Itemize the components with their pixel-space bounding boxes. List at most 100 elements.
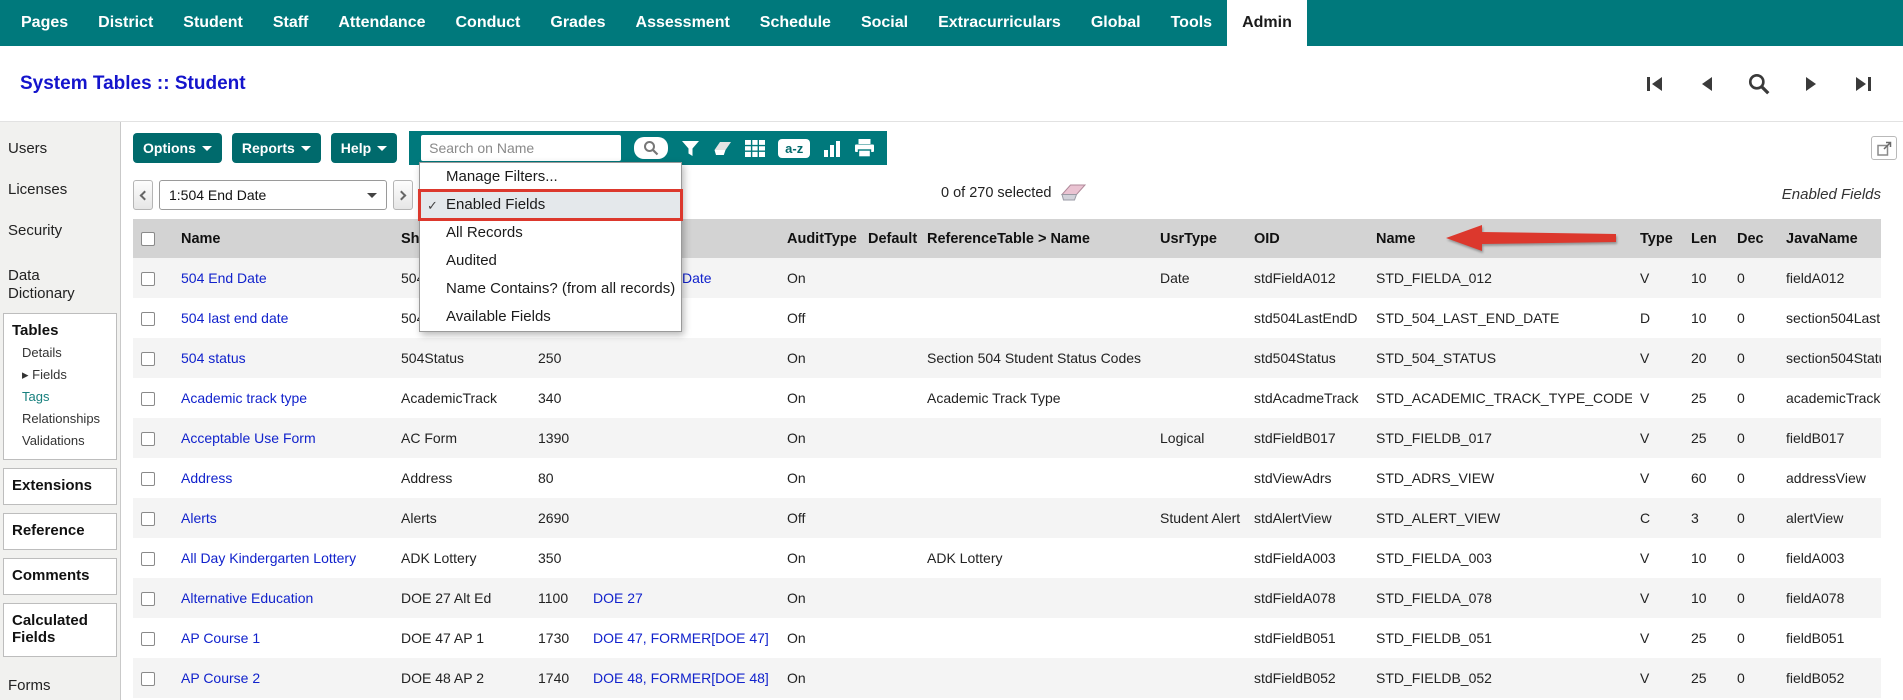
row-checkbox[interactable] <box>141 632 155 647</box>
field-name-link[interactable]: 504 last end date <box>181 310 288 326</box>
field-name-link[interactable]: 504 status <box>181 350 246 366</box>
column-header-oid[interactable]: OID <box>1246 219 1368 258</box>
nav-tab-social[interactable]: Social <box>846 0 923 46</box>
help-button[interactable]: Help <box>330 133 398 163</box>
nav-tab-pages[interactable]: Pages <box>6 0 83 46</box>
select-all-checkbox[interactable] <box>141 231 155 246</box>
sidebar-item-details[interactable]: Details <box>10 342 112 364</box>
sidebar-item-fields[interactable]: ▸ Fields <box>10 364 112 386</box>
cell-usrtype <box>1152 298 1246 338</box>
sidebar-item-calculated-fields[interactable]: Calculated Fields <box>10 611 112 649</box>
row-checkbox[interactable] <box>141 552 155 567</box>
search-records-icon[interactable] <box>1745 70 1773 98</box>
row-checkbox[interactable] <box>141 512 155 527</box>
column-header-default[interactable]: Default <box>860 219 919 258</box>
search-icon[interactable] <box>634 137 669 159</box>
row-checkbox[interactable] <box>141 592 155 607</box>
sidebar-item-comments[interactable]: Comments <box>10 566 112 587</box>
sidebar-item-tables[interactable]: Tables <box>10 321 112 342</box>
first-record-icon[interactable] <box>1641 70 1669 98</box>
title-link[interactable]: DOE 48, FORMER[DOE 48] <box>593 670 769 686</box>
filter-menu-item-all-records[interactable]: All Records <box>420 219 681 247</box>
nav-tab-staff[interactable]: Staff <box>258 0 324 46</box>
field-name-link[interactable]: 504 End Date <box>181 270 267 286</box>
reports-button[interactable]: Reports <box>231 133 321 163</box>
cell-usrtype <box>1152 338 1246 378</box>
column-header-len[interactable]: Len <box>1683 219 1729 258</box>
sidebar-section-data-dictionary[interactable]: Data Dictionary <box>0 251 120 309</box>
filter-menu-item-enabled-fields[interactable]: ✓ Enabled Fields <box>418 189 683 221</box>
nav-tab-tools[interactable]: Tools <box>1156 0 1227 46</box>
sidebar-item-tags[interactable]: Tags <box>10 386 112 408</box>
sidebar-item-validations[interactable]: Validations <box>10 430 112 452</box>
filter-menu-item-audited[interactable]: Audited <box>420 247 681 275</box>
sidebar-item-licenses[interactable]: Licenses <box>0 169 120 210</box>
sidebar-item-reference[interactable]: Reference <box>10 521 112 542</box>
sidebar-item-relationships[interactable]: Relationships <box>10 408 112 430</box>
nav-tab-district[interactable]: District <box>83 0 168 46</box>
nav-tab-extracurriculars[interactable]: Extracurriculars <box>923 0 1076 46</box>
cell-len: 3 <box>1683 498 1729 538</box>
cell-oid: stdFieldB017 <box>1246 418 1368 458</box>
column-header-dec[interactable]: Dec <box>1729 219 1778 258</box>
column-header-name[interactable]: Name <box>173 219 393 258</box>
next-record-icon[interactable] <box>1797 70 1825 98</box>
record-selector[interactable]: 1:504 End Date <box>159 180 387 210</box>
cell-len: 10 <box>1683 578 1729 618</box>
cell-dec: 0 <box>1737 550 1745 566</box>
column-header-usrtype[interactable]: UsrType <box>1152 219 1246 258</box>
previous-record-button[interactable] <box>133 180 153 210</box>
title-link[interactable]: DOE 47, FORMER[DOE 47] <box>593 630 769 646</box>
field-name-link[interactable]: Academic track type <box>181 390 307 406</box>
title-link[interactable]: DOE 27 <box>593 590 643 606</box>
clear-selection-eraser-icon[interactable] <box>1061 184 1087 201</box>
filter-icon[interactable] <box>681 140 700 157</box>
sidebar-card-comments: Comments <box>3 557 117 595</box>
nav-tab-grades[interactable]: Grades <box>535 0 620 46</box>
grid-icon[interactable] <box>745 139 766 157</box>
sidebar-item-extensions[interactable]: Extensions <box>10 476 112 497</box>
print-icon[interactable] <box>854 138 875 158</box>
nav-tab-schedule[interactable]: Schedule <box>745 0 846 46</box>
search-input[interactable] <box>421 135 622 161</box>
row-checkbox[interactable] <box>141 312 155 327</box>
column-header-audittype[interactable]: AuditType <box>779 219 860 258</box>
column-header-javaname[interactable]: JavaName <box>1778 219 1881 258</box>
eraser-icon[interactable] <box>713 141 732 156</box>
filter-menu-item-name-contains-from-all-records[interactable]: Name Contains? (from all records) <box>420 275 681 303</box>
field-name-link[interactable]: Address <box>181 470 232 486</box>
field-name-link[interactable]: AP Course 2 <box>181 670 260 686</box>
column-header-type[interactable]: Type <box>1632 219 1683 258</box>
row-checkbox[interactable] <box>141 432 155 447</box>
nav-tab-student[interactable]: Student <box>168 0 258 46</box>
sort-az-icon[interactable]: a-z <box>778 138 811 158</box>
filter-menu-item-available-fields[interactable]: Available Fields <box>420 303 681 331</box>
field-name-link[interactable]: All Day Kindergarten Lottery <box>181 550 356 566</box>
nav-tab-assessment[interactable]: Assessment <box>621 0 745 46</box>
field-name-link[interactable]: Alerts <box>181 510 217 526</box>
field-name-link[interactable]: Acceptable Use Form <box>181 430 316 446</box>
bar-chart-icon[interactable] <box>823 140 841 157</box>
popout-icon[interactable] <box>1871 136 1897 160</box>
previous-record-icon[interactable] <box>1693 70 1721 98</box>
options-button[interactable]: Options <box>133 133 222 163</box>
sidebar-item-forms[interactable]: Forms <box>0 665 120 700</box>
row-checkbox[interactable] <box>141 392 155 407</box>
row-checkbox[interactable] <box>141 352 155 367</box>
row-checkbox[interactable] <box>141 672 155 687</box>
last-record-icon[interactable] <box>1849 70 1877 98</box>
nav-tab-global[interactable]: Global <box>1076 0 1156 46</box>
column-header-referencetable-name[interactable]: ReferenceTable > Name <box>919 219 1152 258</box>
sidebar-item-security[interactable]: Security <box>0 210 120 251</box>
nav-tab-conduct[interactable]: Conduct <box>441 0 536 46</box>
sidebar-item-users[interactable]: Users <box>0 128 120 169</box>
row-checkbox[interactable] <box>141 472 155 487</box>
title-link[interactable]: Date <box>682 270 712 286</box>
next-record-button[interactable] <box>393 180 413 210</box>
row-checkbox[interactable] <box>141 272 155 287</box>
nav-tab-attendance[interactable]: Attendance <box>323 0 440 46</box>
filter-menu-item-manage-filters[interactable]: Manage Filters... <box>420 163 681 191</box>
field-name-link[interactable]: Alternative Education <box>181 590 313 606</box>
field-name-link[interactable]: AP Course 1 <box>181 630 260 646</box>
nav-tab-admin[interactable]: Admin <box>1227 0 1307 46</box>
